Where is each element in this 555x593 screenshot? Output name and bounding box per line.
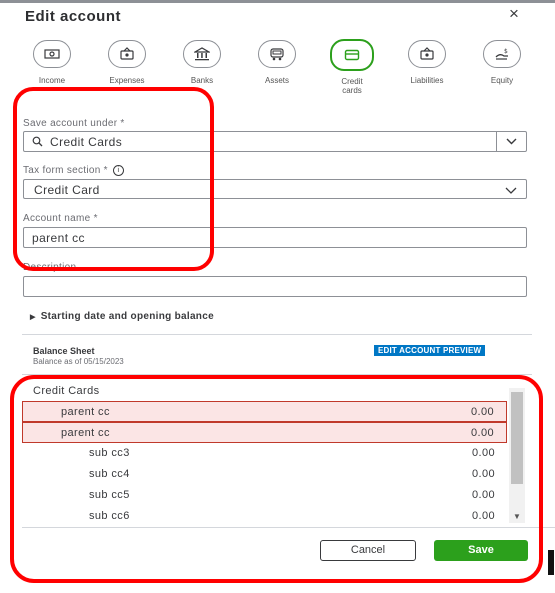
type-label: Assets xyxy=(264,76,289,85)
divider xyxy=(22,334,532,335)
type-label: Equity xyxy=(490,76,514,85)
type-expenses[interactable]: Expenses xyxy=(97,40,157,85)
annotation-box-top xyxy=(13,87,214,271)
edit-account-preview-badge[interactable]: EDIT ACCOUNT PREVIEW xyxy=(374,345,486,356)
starting-balance-toggle[interactable]: ▶ Starting date and opening balance xyxy=(30,311,214,322)
equity-icon: $ xyxy=(483,40,521,68)
type-label: Expenses xyxy=(109,76,145,85)
type-income[interactable]: Income xyxy=(22,40,82,85)
money-icon xyxy=(33,40,71,68)
svg-text:$: $ xyxy=(504,48,508,55)
money-bag-icon xyxy=(108,40,146,68)
starting-balance-text: Starting date and opening balance xyxy=(40,311,214,322)
top-border xyxy=(0,0,555,3)
annotation-box-bottom xyxy=(10,375,543,583)
type-equity[interactable]: $ Equity xyxy=(472,40,532,85)
bank-icon xyxy=(183,40,221,68)
description-input[interactable] xyxy=(23,276,527,297)
type-banks[interactable]: Banks xyxy=(172,40,232,85)
dialog-title: Edit account xyxy=(25,8,122,25)
balance-sheet-date: Balance as of 05/15/2023 xyxy=(33,357,124,366)
cursor-mark xyxy=(548,550,554,575)
vehicle-icon xyxy=(258,40,296,68)
credit-card-icon xyxy=(330,39,374,71)
type-label: Banks xyxy=(190,76,214,85)
liability-icon xyxy=(408,40,446,68)
type-label: Liabilities xyxy=(410,76,444,85)
chevron-down-icon[interactable] xyxy=(496,132,526,151)
chevron-down-icon xyxy=(505,184,517,198)
type-liabilities[interactable]: Liabilities xyxy=(397,40,457,85)
close-icon[interactable]: × xyxy=(509,4,519,24)
caret-right-icon: ▶ xyxy=(30,314,36,321)
type-assets[interactable]: Assets xyxy=(247,40,307,85)
type-label: Credit cards xyxy=(341,77,363,95)
type-credit-cards[interactable]: Credit cards xyxy=(322,39,382,95)
balance-sheet-title: Balance Sheet xyxy=(33,346,95,356)
type-label: Income xyxy=(38,76,66,85)
